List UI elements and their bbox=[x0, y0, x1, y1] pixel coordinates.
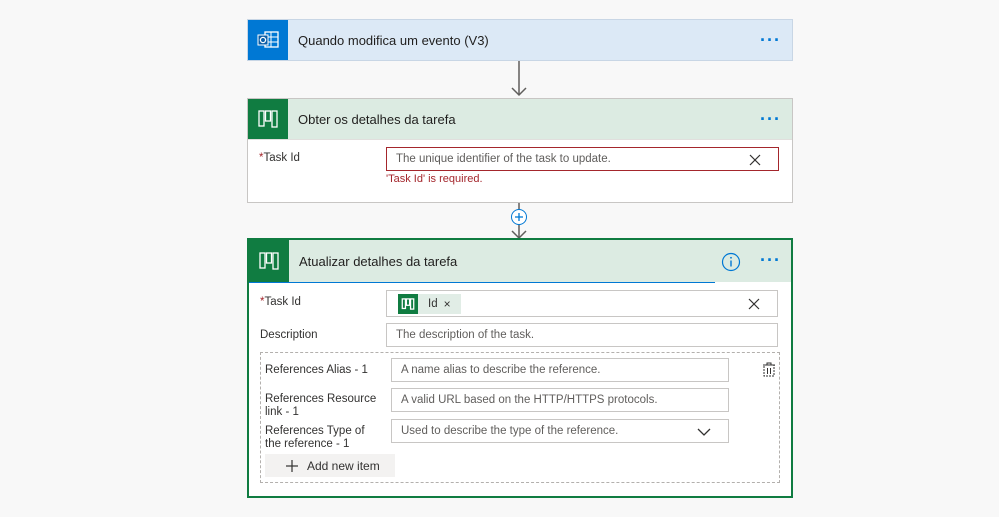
references-type-select[interactable]: Used to describe the type of the referen… bbox=[391, 419, 729, 443]
references-resource-label: References Resource link - 1 bbox=[265, 393, 377, 418]
task-id-label-text: Task Id bbox=[263, 152, 300, 164]
clear-icon[interactable] bbox=[747, 297, 761, 311]
references-alias-label: References Alias - 1 bbox=[265, 364, 368, 376]
add-new-item-label: Add new item bbox=[307, 458, 380, 473]
get-task-header[interactable]: Obter os detalhes da tarefa bbox=[248, 99, 792, 140]
info-icon[interactable] bbox=[721, 252, 741, 272]
get-task-card[interactable]: Obter os detalhes da tarefa ··· *Task Id… bbox=[247, 98, 793, 203]
trigger-card[interactable]: Quando modifica um evento (V3) ··· bbox=[247, 19, 793, 61]
references-type-placeholder: Used to describe the type of the referen… bbox=[401, 425, 619, 437]
references-alias-input[interactable]: A name alias to describe the reference. bbox=[391, 358, 729, 382]
id-token[interactable]: Id × bbox=[398, 293, 461, 314]
update-task-title: Atualizar detalhes da tarefa bbox=[299, 253, 458, 269]
token-remove-button[interactable]: × bbox=[444, 297, 451, 311]
get-task-title: Obter os detalhes da tarefa bbox=[298, 111, 456, 127]
insert-step-button[interactable] bbox=[511, 209, 527, 225]
trigger-more-button[interactable]: ··· bbox=[760, 31, 781, 49]
token-planner-tile bbox=[398, 293, 418, 314]
add-new-item-button[interactable]: Add new item bbox=[265, 454, 395, 477]
clear-icon[interactable] bbox=[748, 153, 762, 167]
chevron-down-icon bbox=[697, 428, 711, 436]
description-input[interactable]: The description of the task. bbox=[386, 323, 778, 347]
references-type-label: References Type of the reference - 1 bbox=[265, 425, 365, 450]
description-label: Description bbox=[260, 329, 318, 341]
delete-item-icon[interactable] bbox=[761, 362, 777, 378]
planner-tile bbox=[249, 240, 289, 282]
update-task-header[interactable]: Atualizar detalhes da tarefa bbox=[249, 240, 715, 283]
planner-icon bbox=[258, 110, 278, 128]
references-alias-placeholder: A name alias to describe the reference. bbox=[401, 364, 601, 376]
outlook-tile bbox=[248, 20, 288, 60]
plus-icon bbox=[286, 459, 298, 472]
task-id-token-input[interactable]: Id × bbox=[386, 290, 778, 317]
planner-icon bbox=[401, 297, 415, 310]
update-task-more-button[interactable]: ··· bbox=[760, 251, 781, 269]
connector-arrow-1 bbox=[511, 61, 527, 97]
token-label: Id bbox=[428, 297, 438, 310]
description-placeholder: The description of the task. bbox=[396, 329, 535, 341]
task-id-input[interactable]: The unique identifier of the task to upd… bbox=[386, 147, 779, 171]
update-task-card[interactable]: Atualizar detalhes da tarefa ··· *Task I… bbox=[247, 238, 793, 498]
task-id-label-text: Task Id bbox=[264, 296, 301, 308]
trigger-header[interactable]: Quando modifica um evento (V3) bbox=[248, 20, 792, 60]
planner-icon bbox=[259, 252, 279, 270]
task-id-label: *Task Id bbox=[260, 296, 301, 309]
task-id-error: 'Task Id' is required. bbox=[386, 173, 483, 185]
references-resource-placeholder: A valid URL based on the HTTP/HTTPS prot… bbox=[401, 394, 658, 406]
task-id-placeholder: The unique identifier of the task to upd… bbox=[396, 153, 611, 165]
task-id-label: *Task Id bbox=[259, 152, 300, 165]
get-task-more-button[interactable]: ··· bbox=[760, 110, 781, 128]
outlook-icon bbox=[257, 31, 279, 48]
plus-icon bbox=[515, 213, 523, 221]
trigger-title: Quando modifica um evento (V3) bbox=[298, 32, 489, 48]
planner-tile bbox=[248, 99, 288, 139]
references-resource-input[interactable]: A valid URL based on the HTTP/HTTPS prot… bbox=[391, 388, 729, 412]
